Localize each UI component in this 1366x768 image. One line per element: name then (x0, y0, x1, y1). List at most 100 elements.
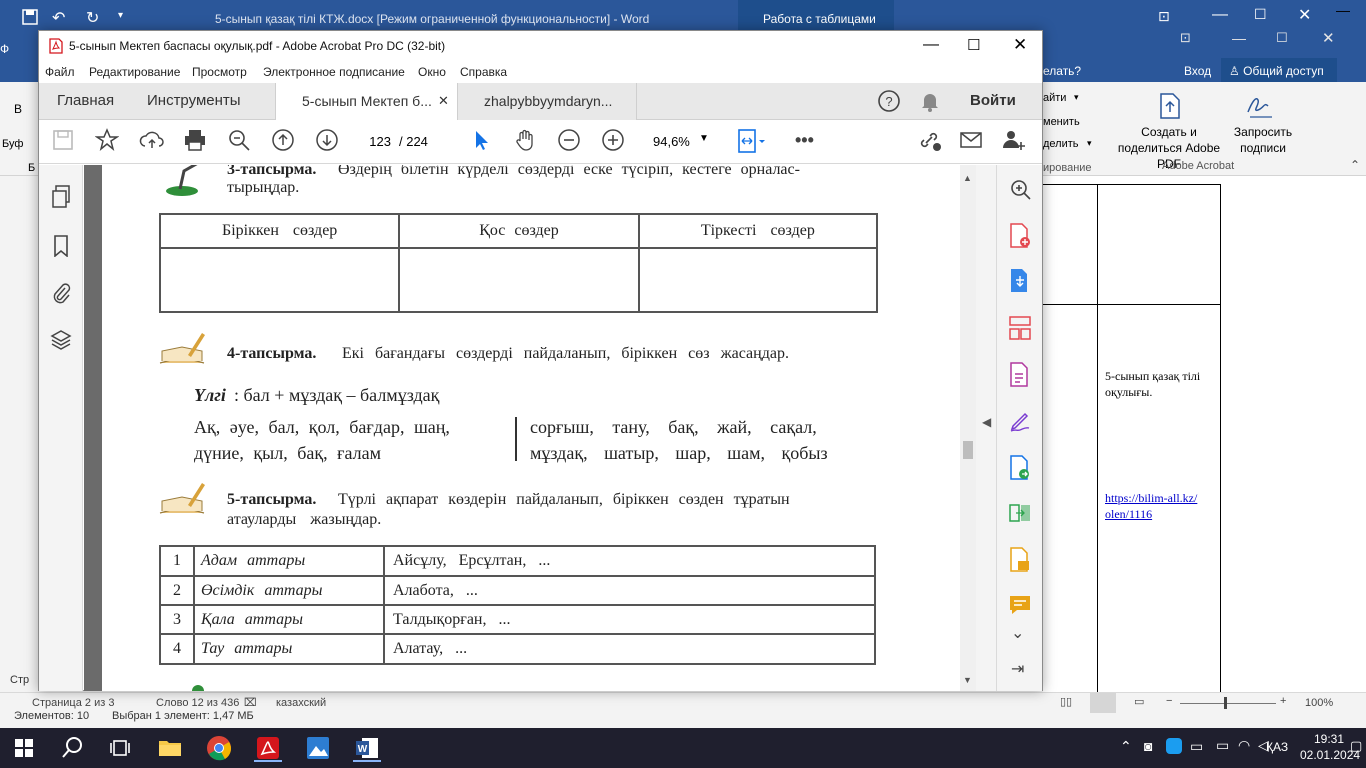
menu-help[interactable]: Справка (460, 65, 507, 79)
edit-pdf-icon[interactable] (1008, 362, 1032, 388)
tray-app-icon[interactable]: ◙ (1144, 738, 1152, 754)
close-icon[interactable]: ✕ (1013, 35, 1027, 55)
previous-page-icon[interactable] (271, 128, 299, 156)
email-icon[interactable] (959, 128, 987, 156)
zoom-out-icon[interactable]: − (1166, 695, 1172, 707)
more-tools-icon[interactable]: ••• (795, 130, 814, 151)
replace-button[interactable]: айти (1043, 92, 1066, 104)
wifi-icon[interactable]: ◠ (1238, 737, 1250, 754)
collapse-tools-pane-icon[interactable]: ⇥ (1011, 659, 1024, 679)
bookmarks-icon[interactable] (53, 235, 69, 257)
fill-sign-icon[interactable] (1008, 409, 1032, 433)
select-button[interactable]: менить (1043, 116, 1080, 128)
tab-tools[interactable]: Инструменты (147, 83, 241, 120)
zoom-in-icon[interactable] (601, 128, 629, 156)
notifications-bell-icon[interactable] (919, 90, 941, 112)
organize-pages-icon[interactable] (1008, 315, 1032, 341)
save-icon[interactable] (22, 9, 38, 25)
tab-document[interactable]: zhalpybbyymdaryn... (457, 83, 637, 120)
ribbon-display-icon[interactable]: ⊡ (1158, 8, 1170, 25)
close-tab-icon[interactable]: ✕ (438, 93, 449, 109)
status-zoom[interactable]: 100% (1305, 697, 1333, 709)
photos-app-icon[interactable] (304, 734, 332, 762)
request-signatures-button[interactable]: Запросить подписи (1232, 92, 1294, 162)
zoom-in-icon[interactable]: + (1280, 695, 1286, 707)
minimize-icon[interactable]: — (1212, 6, 1228, 24)
undo-icon[interactable]: ↶ (52, 8, 65, 28)
maximize-icon[interactable]: ☐ (967, 36, 980, 54)
tab-home[interactable]: Главная (57, 83, 114, 120)
sign-in-button[interactable]: Войти (970, 92, 1016, 109)
word-taskbar-icon[interactable]: W (353, 734, 381, 762)
menu-file[interactable]: Файл (45, 65, 75, 79)
create-share-pdf-button[interactable]: Создать и поделиться Adobe PDF (1108, 92, 1230, 171)
close-icon[interactable]: ✕ (1322, 29, 1335, 47)
maximize-icon[interactable]: ☐ (1276, 30, 1288, 46)
keyboard-language[interactable]: ҚАЗ (1266, 740, 1288, 754)
minimize-icon[interactable]: — (1336, 2, 1350, 18)
compare-files-icon[interactable] (1008, 501, 1032, 525)
add-user-icon[interactable] (1001, 128, 1029, 156)
save-icon[interactable] (51, 128, 79, 156)
search-icon[interactable] (58, 734, 86, 762)
zoom-tool-icon[interactable] (1008, 177, 1032, 201)
zoom-slider[interactable] (1180, 703, 1276, 704)
tell-me-text[interactable]: елать? (1043, 64, 1081, 78)
next-page-icon[interactable] (315, 128, 343, 156)
menu-window[interactable]: Окно (418, 65, 446, 79)
zoom-search-icon[interactable] (227, 128, 255, 156)
doc-hyperlink[interactable]: https://bilim-all.kz/olen/1116 (1105, 490, 1201, 522)
chrome-icon[interactable] (205, 734, 233, 762)
help-icon[interactable]: ? (877, 89, 901, 113)
web-layout-icon[interactable]: ▭ (1134, 695, 1144, 708)
clock-time[interactable]: 19:31 (1314, 732, 1344, 746)
comment-icon[interactable] (1008, 593, 1032, 617)
zoom-slider-thumb[interactable] (1224, 697, 1227, 709)
share-button[interactable]: ♙ Общий доступ (1221, 58, 1337, 82)
zoom-level-select[interactable]: 94,6% (653, 134, 690, 149)
page-number-input[interactable]: 123 (363, 134, 391, 149)
menu-view[interactable]: Просмотр (192, 65, 247, 79)
menu-edit[interactable]: Редактирование (89, 65, 180, 79)
cloud-upload-icon[interactable] (139, 128, 167, 156)
page-thumbnails-icon[interactable] (51, 185, 71, 209)
bookmark-star-icon[interactable] (95, 128, 123, 156)
chevron-down-icon[interactable]: ▼ (699, 133, 709, 144)
menu-esign[interactable]: Электронное подписание (263, 65, 405, 79)
tray-skype-icon[interactable] (1166, 738, 1182, 754)
scroll-up-arrow-icon[interactable]: ▲ (963, 173, 972, 183)
vertical-scrollbar[interactable]: ▲ ▼ (960, 165, 976, 691)
attachments-icon[interactable] (51, 280, 71, 304)
zoom-out-icon[interactable] (557, 128, 585, 156)
task-view-icon[interactable] (106, 734, 134, 762)
scroll-down-arrow-icon[interactable]: ▼ (963, 675, 972, 685)
print-icon[interactable] (183, 128, 211, 156)
collapse-ribbon-icon[interactable]: ⌃ (1350, 158, 1360, 172)
minimize-icon[interactable]: — (1232, 30, 1246, 46)
tab-document-active[interactable]: 5-сынып Мектеп б... ✕ (275, 83, 457, 120)
redo-icon[interactable]: ↻ (86, 8, 99, 28)
highlight-button[interactable]: делить (1043, 138, 1079, 150)
share-link-icon[interactable] (917, 128, 945, 156)
collapse-right-pane-icon[interactable]: ◀ (982, 415, 991, 429)
scan-ocr-icon[interactable] (1008, 547, 1032, 573)
close-icon[interactable]: ✕ (1298, 5, 1311, 25)
fit-page-icon[interactable] (737, 128, 765, 156)
print-layout-icon[interactable] (1090, 693, 1116, 713)
read-mode-icon[interactable]: ▯▯ (1060, 695, 1072, 708)
send-for-review-icon[interactable] (1008, 455, 1032, 481)
windows-start-icon[interactable] (10, 734, 38, 762)
notification-center-icon[interactable]: ▢ (1350, 738, 1362, 754)
ribbon-display-icon[interactable]: ⊡ (1180, 30, 1191, 46)
battery-icon[interactable]: ▭ (1216, 737, 1229, 754)
layers-icon[interactable] (50, 329, 72, 351)
scroll-thumb[interactable] (963, 441, 973, 459)
export-pdf-icon[interactable] (1008, 268, 1032, 294)
select-cursor-icon[interactable] (469, 128, 497, 156)
more-tools-chevron-icon[interactable]: ⌄ (1011, 623, 1024, 643)
quick-access-dropdown-icon[interactable]: ▾ (118, 10, 123, 21)
acrobat-taskbar-icon[interactable] (254, 734, 282, 762)
sign-in-link[interactable]: Вход (1184, 64, 1211, 78)
minimize-icon[interactable]: — (923, 36, 939, 54)
file-explorer-icon[interactable] (156, 734, 184, 762)
